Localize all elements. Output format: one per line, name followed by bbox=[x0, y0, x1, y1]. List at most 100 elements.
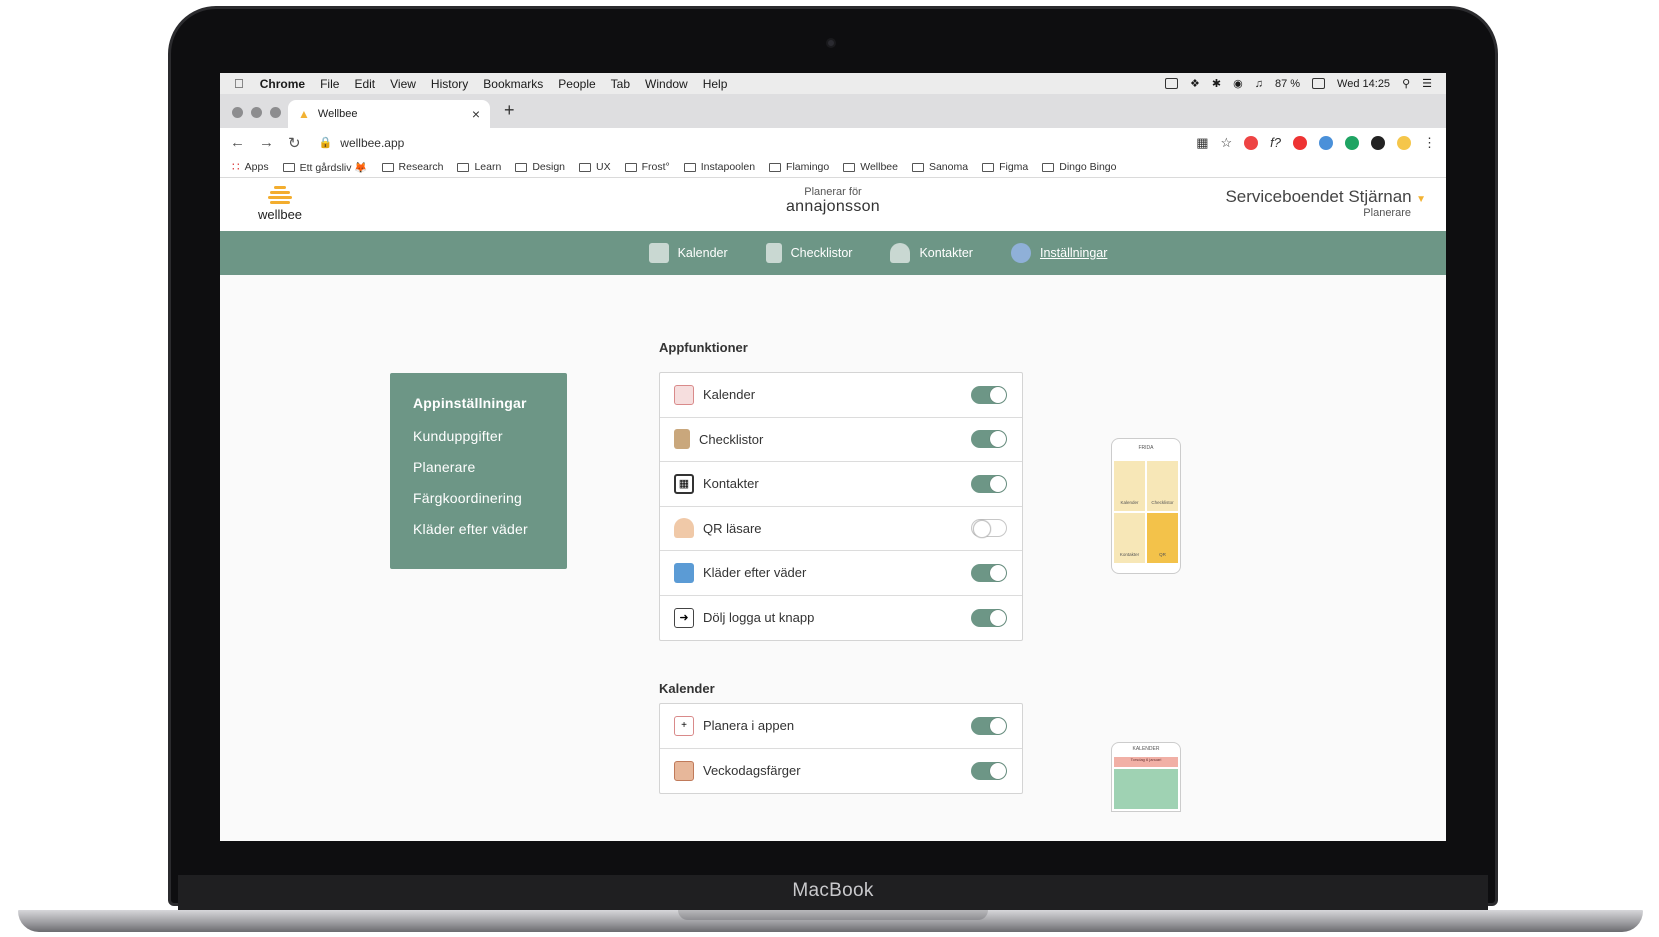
menu-app[interactable]: Chrome bbox=[260, 77, 305, 91]
bookmark-item[interactable]: Figma bbox=[982, 161, 1028, 173]
nav-kontakter[interactable]: Kontakter bbox=[890, 243, 973, 263]
organization-selector[interactable]: Serviceboendet Stjärnan ▼ Planerare bbox=[1225, 187, 1426, 219]
pinterest-icon[interactable] bbox=[1293, 135, 1307, 150]
shirt-icon bbox=[674, 562, 694, 583]
phone-user-name: FRIDA bbox=[1138, 445, 1154, 451]
setting-row-checklistor: Checklistor bbox=[660, 418, 1022, 462]
side-item-klader-efter-vader[interactable]: Kläder efter väder bbox=[413, 521, 544, 537]
settings-content: Appinställningar Kunduppgifter Planerare… bbox=[220, 275, 1446, 812]
tab-strip: ▲ Wellbee × + bbox=[220, 94, 1446, 128]
nav-label: Kalender bbox=[677, 246, 728, 260]
bookmark-label: Apps bbox=[244, 161, 269, 173]
bookmark-item[interactable]: Ett gårdsliv 🦊 bbox=[282, 161, 368, 174]
bookmark-item[interactable]: Design bbox=[515, 161, 565, 173]
phone-grid: Kalender Checklistor Kontakter QR bbox=[1112, 459, 1180, 565]
side-item-kunduppgifter[interactable]: Kunduppgifter bbox=[413, 428, 544, 444]
menu-bookmarks[interactable]: Bookmarks bbox=[483, 77, 543, 91]
bookmark-item[interactable]: Instapoolen bbox=[683, 161, 755, 173]
menu-view[interactable]: View bbox=[390, 77, 416, 91]
profile-avatar-icon[interactable] bbox=[1397, 135, 1411, 150]
new-tab-icon[interactable]: + bbox=[504, 100, 515, 121]
gear-icon bbox=[1010, 243, 1031, 263]
menu-list-icon[interactable]: ☰ bbox=[1422, 77, 1432, 90]
bookmark-item[interactable]: Flamingo bbox=[769, 161, 829, 173]
lock-icon[interactable]: 🔒 bbox=[319, 136, 333, 149]
maximize-window-button[interactable] bbox=[270, 107, 281, 118]
toggle-veckodagsfarger[interactable] bbox=[971, 761, 1007, 780]
device-label: MacBook bbox=[792, 880, 874, 901]
apple-icon[interactable]:  bbox=[234, 76, 244, 91]
toggle-kalender[interactable] bbox=[971, 385, 1007, 404]
nav-checklistor[interactable]: Checklistor bbox=[765, 243, 852, 263]
screen-icon[interactable] bbox=[1165, 78, 1179, 89]
side-item-fargkoordinering[interactable]: Färgkoordinering bbox=[413, 490, 544, 506]
font-ext-icon[interactable]: f? bbox=[1270, 135, 1281, 150]
tab-wellbee[interactable]: ▲ Wellbee × bbox=[288, 100, 490, 128]
minimize-window-button[interactable] bbox=[251, 107, 262, 118]
bookmark-item[interactable]: Frost° bbox=[624, 161, 670, 173]
toggle-dolj-logga-ut[interactable] bbox=[971, 608, 1007, 627]
phone-calendar-date: Torsdag 6 januari bbox=[1114, 757, 1178, 767]
folder-icon bbox=[911, 162, 924, 172]
address-bar: ← → ↻ 🔒 wellbee.app ▦ ☆ f? ⋮ bbox=[220, 128, 1446, 157]
dropbox-icon[interactable]: ❖ bbox=[1190, 77, 1200, 90]
nav-kalender[interactable]: Kalender bbox=[648, 243, 728, 263]
menu-history[interactable]: History bbox=[431, 77, 468, 91]
toggle-qr-lasare[interactable] bbox=[971, 519, 1007, 539]
toggle-checklistor[interactable] bbox=[971, 430, 1007, 449]
status-area: ❖ ✱ ◉ ♫ 87 % Wed 14:25 ⚲ ☰ bbox=[1165, 77, 1432, 90]
close-tab-icon[interactable]: × bbox=[472, 106, 480, 122]
bookmark-label: Dingo Bingo bbox=[1059, 161, 1117, 173]
bookmark-item[interactable]: Learn bbox=[457, 161, 501, 173]
forward-icon[interactable]: → bbox=[259, 134, 274, 152]
laptop-notch bbox=[678, 910, 988, 920]
bookmark-label: Sanoma bbox=[928, 161, 969, 173]
translate-icon[interactable]: ▦ bbox=[1196, 135, 1208, 151]
browser-menu-icon[interactable]: ⋮ bbox=[1423, 135, 1436, 151]
phone-calendar-header: KALENDER bbox=[1132, 746, 1160, 752]
toggle-planera-i-appen[interactable] bbox=[971, 716, 1007, 735]
qr-contacts-icon: ▦ bbox=[674, 473, 694, 494]
toggle-kontakter[interactable] bbox=[971, 474, 1007, 493]
bookmark-item[interactable]: Dingo Bingo bbox=[1042, 161, 1116, 173]
menu-tab[interactable]: Tab bbox=[611, 77, 630, 91]
bookmark-item[interactable]: Research bbox=[381, 161, 443, 173]
volume-icon[interactable]: ♫ bbox=[1255, 78, 1263, 90]
side-item-planerare[interactable]: Planerare bbox=[413, 459, 544, 475]
close-window-button[interactable] bbox=[232, 107, 243, 118]
menu-window[interactable]: Window bbox=[645, 77, 688, 91]
star-icon[interactable]: ☆ bbox=[1221, 135, 1233, 151]
folder-icon bbox=[1042, 162, 1055, 172]
drive-icon[interactable] bbox=[1345, 135, 1359, 150]
url-field[interactable]: wellbee.app bbox=[340, 136, 404, 150]
menu-people[interactable]: People bbox=[558, 77, 595, 91]
menu-help[interactable]: Help bbox=[703, 77, 728, 91]
nav-installningar[interactable]: Inställningar bbox=[1010, 243, 1107, 263]
spotlight-icon[interactable]: ⚲ bbox=[1402, 77, 1410, 90]
back-icon[interactable]: ← bbox=[230, 134, 245, 152]
extension-blue-icon[interactable] bbox=[1319, 135, 1333, 150]
clock[interactable]: Wed 14:25 bbox=[1337, 78, 1390, 90]
extension-dark-icon[interactable] bbox=[1371, 135, 1385, 150]
bookmark-item[interactable]: UX bbox=[579, 161, 611, 173]
bookmark-item[interactable]: Sanoma bbox=[911, 161, 969, 173]
settings-side-menu: Appinställningar Kunduppgifter Planerare… bbox=[390, 373, 567, 569]
bookmark-item[interactable]: Wellbee bbox=[843, 161, 898, 173]
reload-icon[interactable]: ↻ bbox=[288, 134, 301, 152]
side-item-appinstallningar[interactable]: Appinställningar bbox=[413, 395, 544, 411]
setting-label: Veckodagsfärger bbox=[703, 763, 801, 779]
menu-file[interactable]: File bbox=[320, 77, 339, 91]
setting-row-kontakter: ▦ Kontakter bbox=[660, 462, 1022, 507]
toggle-klader-efter-vader[interactable] bbox=[971, 563, 1007, 582]
extension-color-icon[interactable] bbox=[1244, 135, 1259, 150]
logout-icon: ➜ bbox=[674, 607, 694, 628]
bookmark-apps[interactable]: ∷ Apps bbox=[232, 160, 269, 174]
calendar-icon bbox=[648, 243, 669, 263]
setting-label: Kontakter bbox=[703, 476, 759, 492]
bookmark-label: Design bbox=[532, 161, 566, 173]
menu-edit[interactable]: Edit bbox=[354, 77, 375, 91]
bluetooth-icon[interactable]: ✱ bbox=[1212, 77, 1221, 90]
battery-percent[interactable]: 87 % bbox=[1275, 78, 1300, 90]
bookmarks-bar: ∷ Apps Ett gårdsliv 🦊 Research Learn Desi… bbox=[220, 157, 1446, 178]
wifi-icon[interactable]: ◉ bbox=[1233, 77, 1243, 90]
